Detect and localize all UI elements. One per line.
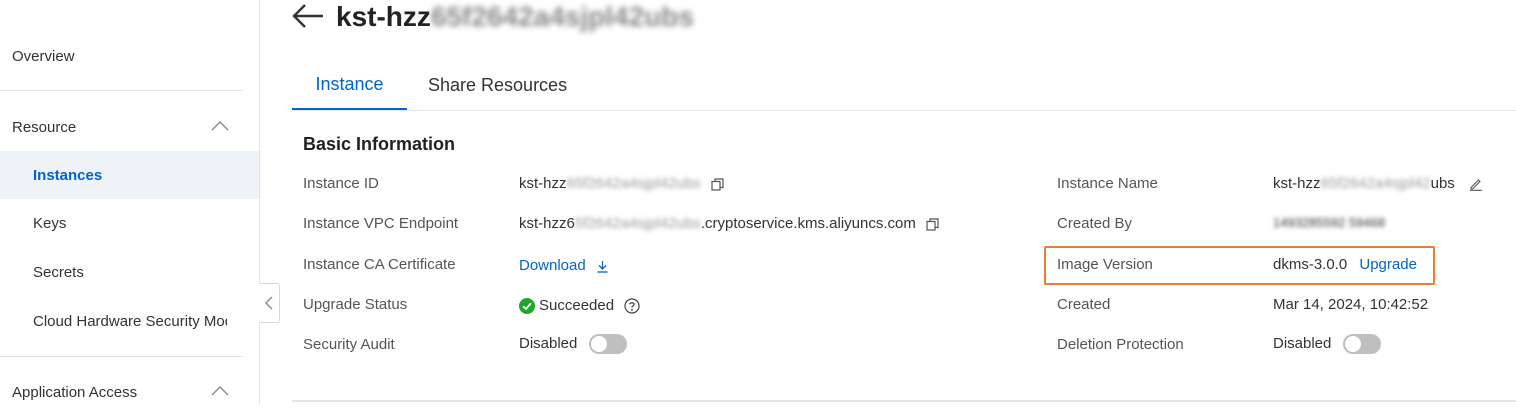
sidebar-item-secrets[interactable]: Secrets [0, 248, 259, 296]
sidebar-divider [0, 356, 243, 357]
image-version-label: Image Version [1057, 256, 1153, 273]
download-icon [597, 260, 608, 273]
sidebar-divider [0, 90, 243, 91]
tab-share-resources[interactable]: Share Resources [428, 60, 567, 110]
copy-icon[interactable] [926, 217, 939, 231]
sidebar-item-label: Secrets [33, 263, 84, 281]
created-by-value: 1493285592 59468 [1273, 215, 1386, 230]
deletion-protection-text: Disabled [1273, 334, 1332, 352]
upgrade-link[interactable]: Upgrade [1359, 256, 1417, 273]
instance-name-value: kst-hzz65f2642a4sjpl42ubs [1273, 175, 1483, 192]
help-icon[interactable] [624, 298, 640, 314]
sidebar-group-resource[interactable]: Resource [0, 103, 259, 151]
vpc-endpoint-suffix: .cryptoservice.kms.aliyuncs.com [700, 215, 916, 232]
image-version-value: dkms-3.0.0 Upgrade [1273, 256, 1417, 273]
sidebar-item-label: Overview [12, 47, 75, 65]
page-title-prefix: kst-hzz [336, 1, 431, 32]
chevron-up-icon [211, 121, 229, 131]
deletion-protection-label: Deletion Protection [1057, 336, 1184, 353]
security-audit-toggle[interactable] [589, 334, 628, 354]
vpc-endpoint-value: kst-hzz65f2642a4sjpl42ubs.cryptoservice.… [519, 215, 939, 232]
deletion-protection-value: Disabled [1273, 334, 1382, 354]
page-title-redacted: 65f2642a4sjpl42ubs [430, 1, 694, 32]
vpc-endpoint-prefix: kst-hzz6 [519, 215, 575, 232]
tab-instance[interactable]: Instance [292, 60, 407, 110]
instance-id-label: Instance ID [303, 175, 379, 192]
instance-id-value: kst-hzz65f2642a4sjpl42ubs [519, 175, 724, 192]
section-bottom-divider [292, 400, 1516, 402]
sidebar: Overview Resource Instances Keys Secrets… [0, 0, 260, 405]
sidebar-group-label: Application Access [12, 383, 138, 401]
instance-name-prefix: kst-hzz [1273, 175, 1321, 192]
sidebar-collapse-button[interactable] [259, 283, 280, 323]
security-audit-value: Disabled [519, 334, 628, 354]
sidebar-item-label: Cloud Hardware Security Module [33, 312, 227, 330]
security-audit-text: Disabled [519, 334, 578, 352]
upgrade-status-text: Succeeded [539, 297, 615, 314]
back-arrow-icon[interactable] [292, 3, 324, 29]
tab-bar: Instance Share Resources [292, 60, 1516, 111]
instance-name-redacted: 65f2642a4sjpl42 [1320, 175, 1431, 192]
sidebar-item-overview[interactable]: Overview [0, 32, 259, 80]
image-version-text: dkms-3.0.0 [1273, 256, 1348, 273]
chevron-up-icon [211, 386, 229, 396]
security-audit-label: Security Audit [303, 336, 395, 353]
sidebar-item-label: Keys [33, 214, 67, 232]
sidebar-group-application-access[interactable]: Application Access [0, 368, 259, 416]
ca-cert-label: Instance CA Certificate [303, 256, 456, 273]
chevron-left-icon [265, 296, 273, 310]
copy-icon[interactable] [711, 177, 724, 191]
created-label: Created [1057, 296, 1111, 313]
created-by-label: Created By [1057, 215, 1133, 232]
sidebar-item-label: Instances [33, 166, 103, 184]
download-link-label: Download [519, 257, 586, 274]
edit-pencil-icon[interactable] [1469, 177, 1483, 191]
upgrade-status-value: Succeeded [519, 297, 640, 315]
tab-label: Share Resources [428, 74, 568, 95]
sidebar-group-label: Resource [12, 118, 77, 136]
success-check-icon [519, 298, 535, 315]
vpc-endpoint-redacted: 5f2642a4sjpl42ubs [574, 215, 701, 232]
vpc-endpoint-label: Instance VPC Endpoint [303, 215, 459, 232]
sidebar-item-keys[interactable]: Keys [0, 199, 259, 247]
instance-name-suffix: ubs [1430, 175, 1455, 192]
instance-id-redacted: 65f2642a4sjpl42ubs [566, 175, 701, 192]
instance-id-prefix: kst-hzz [519, 175, 567, 192]
tab-label: Instance [315, 73, 384, 94]
instance-name-label: Instance Name [1057, 175, 1158, 192]
sidebar-item-hsm[interactable]: Cloud Hardware Security Module [0, 297, 259, 345]
download-link[interactable]: Download [519, 257, 609, 274]
deletion-protection-toggle[interactable] [1343, 334, 1382, 354]
section-title: Basic Information [303, 134, 456, 154]
page-title: kst-hzz65f2642a4sjpl42ubs [336, 1, 694, 33]
upgrade-status-label: Upgrade Status [303, 296, 408, 313]
created-value: Mar 14, 2024, 10:42:52 [1273, 296, 1429, 313]
sidebar-item-instances[interactable]: Instances [0, 151, 259, 199]
